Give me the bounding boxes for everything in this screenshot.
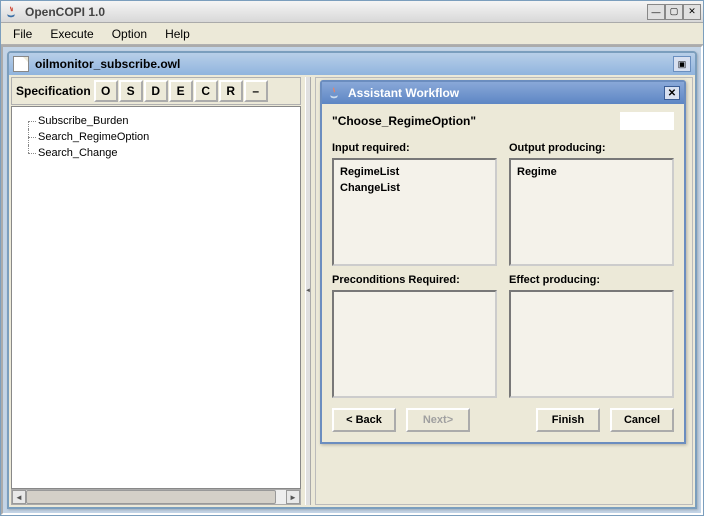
window-title: OpenCOPI 1.0 (23, 5, 647, 19)
specification-tree[interactable]: Subscribe_Burden Search_RegimeOption Sea… (11, 106, 301, 489)
spec-button-e[interactable]: E (169, 80, 193, 102)
menu-execute[interactable]: Execute (42, 25, 101, 43)
minimize-button[interactable]: — (647, 4, 665, 20)
scroll-track[interactable] (26, 490, 286, 504)
list-item[interactable]: ChangeList (340, 180, 489, 196)
tree-item[interactable]: Search_Change (16, 145, 296, 161)
output-producing-list[interactable]: Regime (509, 158, 674, 266)
list-item[interactable]: RegimeList (340, 164, 489, 180)
assistant-workflow-dialog: Assistant Workflow ✕ "Choose_RegimeOptio… (320, 80, 686, 444)
list-item[interactable]: Regime (517, 164, 666, 180)
spec-button-s[interactable]: S (119, 80, 143, 102)
window-titlebar: OpenCOPI 1.0 — ▢ ✕ (1, 1, 703, 23)
dialog-titlebar[interactable]: Assistant Workflow ✕ (322, 82, 684, 104)
internal-frame: oilmonitor_subscribe.owl ▣ Specification… (7, 51, 697, 509)
input-required-label: Input required: (332, 142, 497, 154)
effect-producing-label: Effect producing: (509, 274, 674, 286)
specification-toolbar: Specification O S D E C R – (11, 77, 301, 105)
finish-button[interactable]: Finish (536, 408, 600, 432)
dialog-title: Assistant Workflow (346, 86, 664, 100)
effects-list[interactable] (509, 290, 674, 398)
dialog-close-button[interactable]: ✕ (664, 86, 680, 100)
spec-button-o[interactable]: O (94, 80, 118, 102)
spec-button-collapse[interactable]: – (244, 80, 268, 102)
menu-file[interactable]: File (5, 25, 40, 43)
maximize-button[interactable]: ▢ (665, 4, 683, 20)
tree-item[interactable]: Search_RegimeOption (16, 129, 296, 145)
spec-button-r[interactable]: R (219, 80, 243, 102)
internal-frame-title: oilmonitor_subscribe.owl (33, 57, 673, 71)
input-required-list[interactable]: RegimeList ChangeList (332, 158, 497, 266)
scroll-thumb[interactable] (26, 490, 276, 504)
workflow-name-field[interactable] (620, 112, 674, 130)
document-icon (13, 56, 29, 72)
output-producing-label: Output producing: (509, 142, 674, 154)
tree-item[interactable]: Subscribe_Burden (16, 113, 296, 129)
menubar: File Execute Option Help (1, 23, 703, 45)
specification-label: Specification (16, 84, 91, 98)
menu-help[interactable]: Help (157, 25, 198, 43)
split-pane-divider[interactable] (305, 77, 311, 505)
preconditions-label: Preconditions Required: (332, 274, 497, 286)
workflow-name: "Choose_RegimeOption" (332, 114, 476, 128)
back-button[interactable]: < Back (332, 408, 396, 432)
horizontal-scrollbar[interactable]: ◄ ► (11, 489, 301, 505)
java-icon (326, 85, 342, 101)
next-button[interactable]: Next> (406, 408, 470, 432)
close-button[interactable]: ✕ (683, 4, 701, 20)
preconditions-list[interactable] (332, 290, 497, 398)
scroll-left-button[interactable]: ◄ (12, 490, 26, 504)
menu-option[interactable]: Option (104, 25, 155, 43)
internal-maximize-button[interactable]: ▣ (673, 56, 691, 72)
scroll-right-button[interactable]: ► (286, 490, 300, 504)
java-icon (3, 4, 19, 20)
cancel-button[interactable]: Cancel (610, 408, 674, 432)
spec-button-c[interactable]: C (194, 80, 218, 102)
internal-frame-titlebar[interactable]: oilmonitor_subscribe.owl ▣ (9, 53, 695, 75)
spec-button-d[interactable]: D (144, 80, 168, 102)
